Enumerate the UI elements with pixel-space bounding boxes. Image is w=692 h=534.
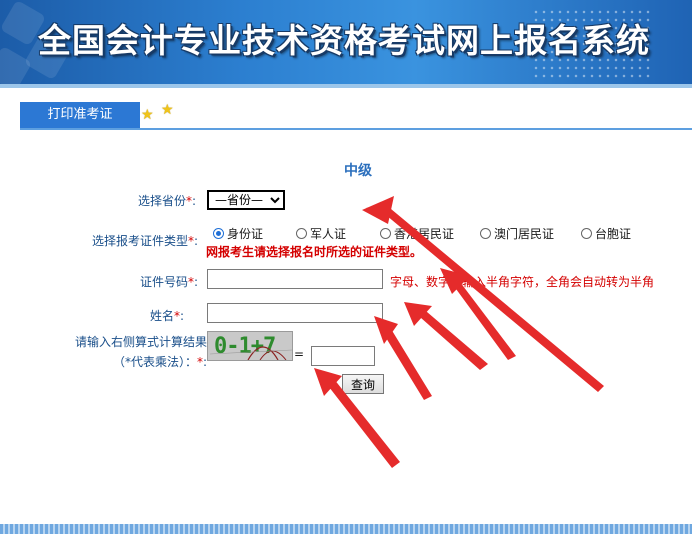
arrow-to-province-head bbox=[362, 196, 394, 224]
arrow-to-query bbox=[380, 324, 432, 400]
tab-underline bbox=[20, 128, 692, 130]
name-input[interactable] bbox=[207, 303, 383, 323]
radio-label: 军人证 bbox=[310, 227, 347, 241]
radio-dot[interactable] bbox=[480, 228, 491, 239]
tab-print-admission-ticket[interactable]: 打印准考证 bbox=[20, 102, 140, 128]
query-button[interactable]: 查询 bbox=[342, 374, 384, 394]
star-icon: ★ bbox=[161, 102, 174, 118]
arrow-to-name-head bbox=[404, 302, 432, 326]
id-type-warning: 网报考生请选择报名时所选的证件类型。 bbox=[206, 245, 423, 259]
province-label: 选择省份*: bbox=[138, 192, 196, 209]
radio-macau-id[interactable]: 澳门居民证 bbox=[480, 225, 554, 242]
captcha-image[interactable]: 0-1+7 bbox=[207, 331, 293, 361]
province-select[interactable]: —省份— bbox=[207, 190, 285, 210]
captcha-label: 请输入右侧算式计算结果 （*代表乘法）：*: bbox=[75, 333, 207, 370]
radio-id-card[interactable]: 身份证 bbox=[213, 225, 263, 242]
exam-level-title: 中级 bbox=[344, 163, 372, 179]
header-banner: 全国会计专业技术资格考试网上报名系统 bbox=[0, 0, 692, 84]
banner-hex-decoration bbox=[0, 45, 33, 84]
arrow-to-name bbox=[412, 306, 488, 370]
name-label: 姓名*: bbox=[150, 307, 184, 324]
label-colon: : bbox=[192, 194, 197, 208]
captcha-noise bbox=[209, 346, 292, 360]
captcha-label-line2-row: （*代表乘法）：*: bbox=[75, 353, 207, 370]
radio-label: 身份证 bbox=[227, 227, 264, 241]
radio-label: 台胞证 bbox=[595, 227, 632, 241]
radio-dot[interactable] bbox=[581, 228, 592, 239]
id-number-input[interactable] bbox=[207, 269, 383, 289]
id-number-label: 证件号码*: bbox=[140, 273, 198, 290]
id-type-label-text: 选择报考证件类型 bbox=[92, 234, 189, 248]
captcha-label-line2: （*代表乘法）： bbox=[112, 355, 197, 369]
label-colon: : bbox=[180, 309, 185, 323]
id-number-hint: 字母、数字请输入半角字符，全角会自动转为半角 bbox=[390, 275, 655, 289]
id-number-label-text: 证件号码 bbox=[140, 275, 189, 289]
name-label-text: 姓名 bbox=[150, 309, 175, 323]
arrow-to-captcha-head bbox=[314, 368, 342, 396]
radio-dot[interactable] bbox=[296, 228, 307, 239]
captcha-label-line1: 请输入右侧算式计算结果 bbox=[75, 335, 208, 349]
arrow-to-id-number bbox=[448, 278, 516, 360]
radio-military-id[interactable]: 军人证 bbox=[296, 225, 346, 242]
equals-sign: = bbox=[294, 347, 305, 361]
radio-hongkong-id[interactable]: 香港居民证 bbox=[380, 225, 454, 242]
label-colon: : bbox=[194, 275, 199, 289]
radio-taiwan-id[interactable]: 台胞证 bbox=[581, 225, 631, 242]
label-colon: : bbox=[194, 234, 199, 248]
banner-bottom-border bbox=[0, 84, 692, 88]
radio-dot-checked[interactable] bbox=[213, 228, 224, 239]
radio-dot[interactable] bbox=[380, 228, 391, 239]
radio-label: 香港居民证 bbox=[394, 227, 455, 241]
captcha-answer-input[interactable] bbox=[311, 346, 375, 366]
radio-label: 澳门居民证 bbox=[494, 227, 555, 241]
star-icon: ★ bbox=[141, 107, 154, 123]
site-title: 全国会计专业技术资格考试网上报名系统 bbox=[38, 21, 650, 60]
footer-bar bbox=[0, 524, 692, 534]
province-label-text: 选择省份 bbox=[138, 194, 187, 208]
id-type-label: 选择报考证件类型*: bbox=[92, 232, 198, 249]
